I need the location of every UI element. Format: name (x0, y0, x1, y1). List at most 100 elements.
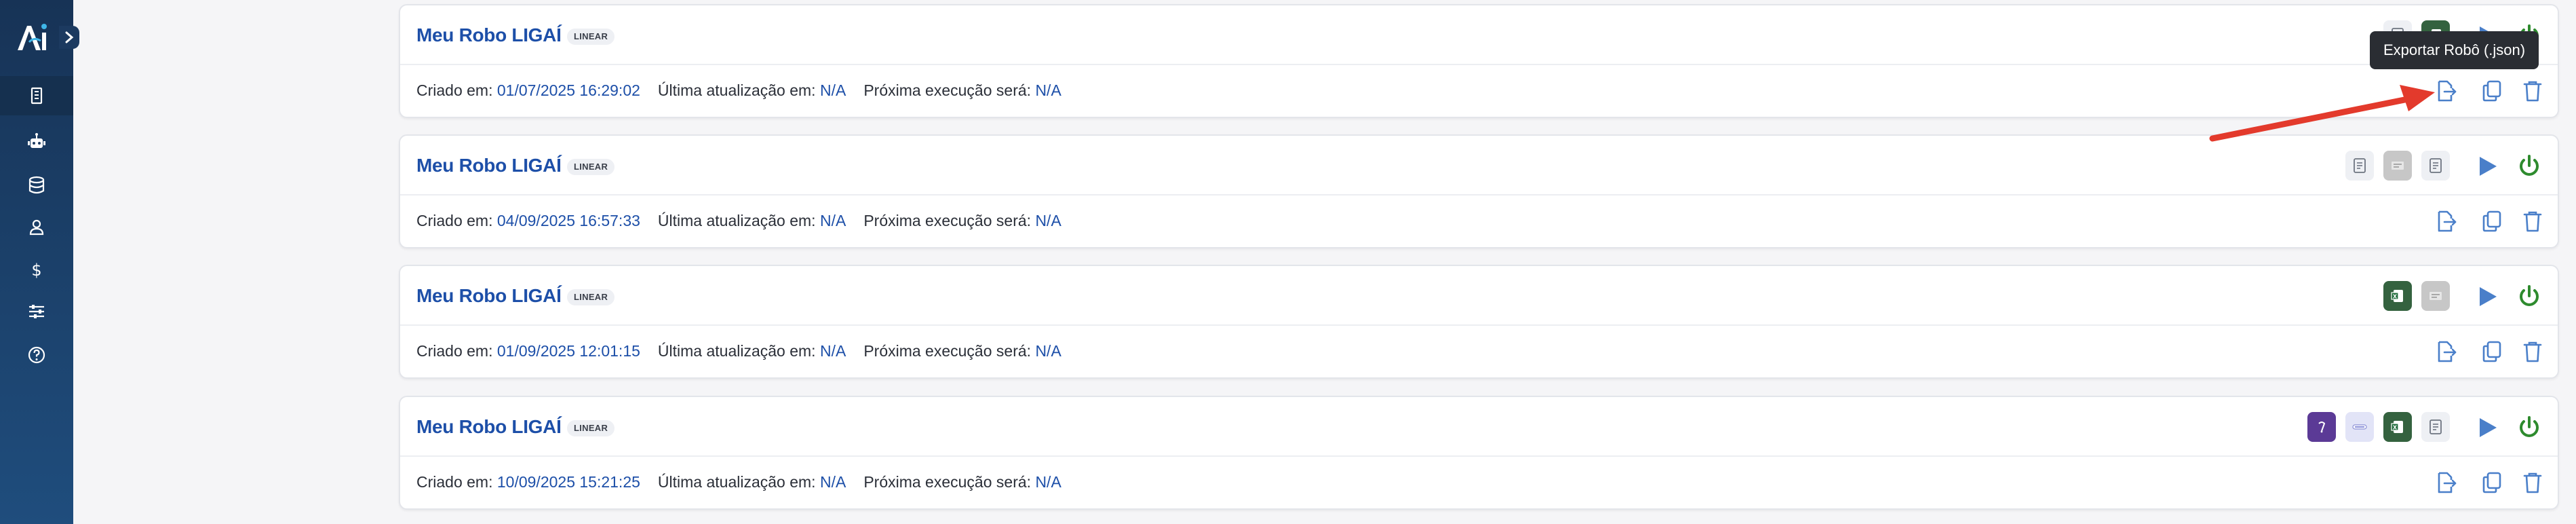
robot-app-icons: X (2307, 412, 2450, 442)
power-icon[interactable] (2516, 284, 2542, 310)
register-app-icon (2421, 151, 2450, 181)
users-icon (29, 219, 44, 236)
next-run-value: N/A (1035, 212, 1061, 229)
sidebar-expand-button[interactable] (59, 26, 79, 49)
robot-card[interactable]: Meu Robo LIGAÍ LINEAR X Criado em: 10/09… (399, 396, 2559, 510)
copy-icon (2482, 472, 2501, 493)
register-app-icon (2345, 151, 2374, 181)
export-robot-button[interactable] (2432, 338, 2459, 365)
play-icon[interactable] (2476, 285, 2499, 308)
robot-type-badge: LINEAR (567, 420, 615, 436)
created-label: Criado em: (416, 212, 497, 229)
sidebar-item-settings[interactable] (0, 292, 73, 331)
register-app-icon (2421, 412, 2450, 442)
robot-type-badge: LINEAR (567, 289, 615, 305)
play-icon[interactable] (2476, 416, 2499, 439)
updated-value: N/A (819, 473, 846, 491)
svg-text:$: $ (31, 261, 41, 280)
updated-value: N/A (819, 342, 846, 360)
robot-type-badge: LINEAR (567, 159, 615, 175)
robot-card-header: Meu Robo LIGAÍ LINEAR X (400, 266, 2558, 326)
spreadsheet-app-icon: X (2383, 412, 2412, 442)
trash-icon (2523, 472, 2542, 493)
document-app-icon (2421, 281, 2450, 311)
robot-app-icons: X (2383, 281, 2450, 311)
copy-icon (2482, 80, 2501, 102)
ligai-logo[interactable] (14, 19, 52, 57)
power-icon[interactable] (2516, 415, 2542, 441)
created-label: Criado em: (416, 473, 497, 491)
delete-robot-button[interactable] (2519, 338, 2546, 365)
database-icon (28, 176, 45, 194)
duplicate-robot-button[interactable] (2478, 469, 2505, 496)
red-arrow-annotation (2209, 85, 2435, 142)
payment-app-icon (2345, 412, 2374, 442)
next-run-value: N/A (1035, 81, 1061, 99)
sliders-icon (29, 305, 44, 318)
sidebar-item-help[interactable] (0, 335, 73, 375)
trash-icon (2523, 211, 2542, 232)
robot-card[interactable]: Meu Robo LIGAÍ LINEAR X Criado em: 01/09… (399, 265, 2559, 379)
robot-type-badge: LINEAR (567, 29, 615, 45)
created-value: 01/07/2025 16:29:02 (496, 81, 640, 99)
sidebar-item-users[interactable] (0, 208, 73, 247)
updated-label: Última atualização em: (657, 342, 820, 360)
next-run-label: Próxima execução será: (863, 342, 1036, 360)
robot-card[interactable]: Meu Robo LIGAÍ LINEAR Criado em: 04/09/2… (399, 134, 2559, 248)
export-robot-button[interactable] (2432, 208, 2459, 235)
duplicate-robot-button[interactable] (2478, 77, 2505, 105)
delete-robot-button[interactable] (2519, 208, 2546, 235)
file-export-icon (2438, 472, 2457, 493)
robot-title[interactable]: Meu Robo LIGAÍ (416, 24, 562, 46)
sidebar-item-billing[interactable]: $ (0, 250, 73, 289)
duplicate-robot-button[interactable] (2478, 338, 2505, 365)
copy-icon (2482, 210, 2501, 232)
sidebar-item-database[interactable] (0, 166, 73, 205)
created-value: 04/09/2025 16:57:33 (496, 212, 640, 229)
robot-title[interactable]: Meu Robo LIGAÍ (416, 285, 562, 307)
updated-label: Última atualização em: (657, 473, 820, 491)
robot-card-header: Meu Robo LIGAÍ LINEAR X (400, 5, 2558, 65)
robot-title[interactable]: Meu Robo LIGAÍ (416, 416, 562, 438)
help-icon (28, 346, 45, 364)
sidebar-item-companies[interactable] (0, 76, 73, 115)
copy-icon (2482, 341, 2501, 362)
robot-meta: Criado em: 01/07/2025 16:29:02 Última atu… (416, 81, 1061, 100)
power-icon[interactable] (2516, 153, 2542, 179)
dollar-icon: $ (31, 261, 41, 280)
export-robot-button[interactable] (2432, 469, 2459, 496)
svg-text:X: X (2393, 294, 2398, 300)
next-run-label: Próxima execução será: (863, 212, 1036, 229)
robot-app-icons (2345, 151, 2450, 181)
delete-robot-button[interactable] (2519, 469, 2546, 496)
spreadsheet-app-icon: X (2383, 281, 2412, 311)
sidebar-item-robots[interactable] (0, 122, 73, 162)
updated-value: N/A (819, 212, 846, 229)
created-label: Criado em: (416, 342, 497, 360)
robot-icon (28, 133, 45, 148)
robot-meta: Criado em: 04/09/2025 16:57:33 Última atu… (416, 212, 1061, 230)
updated-label: Última atualização em: (657, 212, 820, 229)
export-tooltip: Exportar Robô (.json) (2370, 31, 2539, 69)
robot-meta: Criado em: 01/09/2025 12:01:15 Última atu… (416, 342, 1061, 360)
created-value: 10/09/2025 15:21:25 (496, 473, 640, 491)
document-app-icon (2383, 151, 2412, 181)
next-run-value: N/A (1035, 473, 1061, 491)
delete-robot-button[interactable] (2519, 77, 2546, 105)
svg-text:X: X (2393, 425, 2398, 431)
ai-app-icon (2307, 412, 2336, 442)
next-run-label: Próxima execução será: (863, 473, 1036, 491)
trash-icon (2523, 81, 2542, 102)
chevron-right-icon (65, 31, 74, 43)
file-export-icon (2438, 210, 2457, 232)
robot-title[interactable]: Meu Robo LIGAÍ (416, 155, 562, 176)
updated-value: N/A (819, 81, 846, 99)
created-label: Criado em: (416, 81, 497, 99)
play-icon[interactable] (2476, 155, 2499, 178)
sidebar: $ (0, 0, 79, 524)
next-run-value: N/A (1035, 342, 1061, 360)
trash-icon (2523, 341, 2542, 362)
building-icon (31, 87, 43, 105)
duplicate-robot-button[interactable] (2478, 208, 2505, 235)
next-run-label: Próxima execução será: (863, 81, 1036, 99)
